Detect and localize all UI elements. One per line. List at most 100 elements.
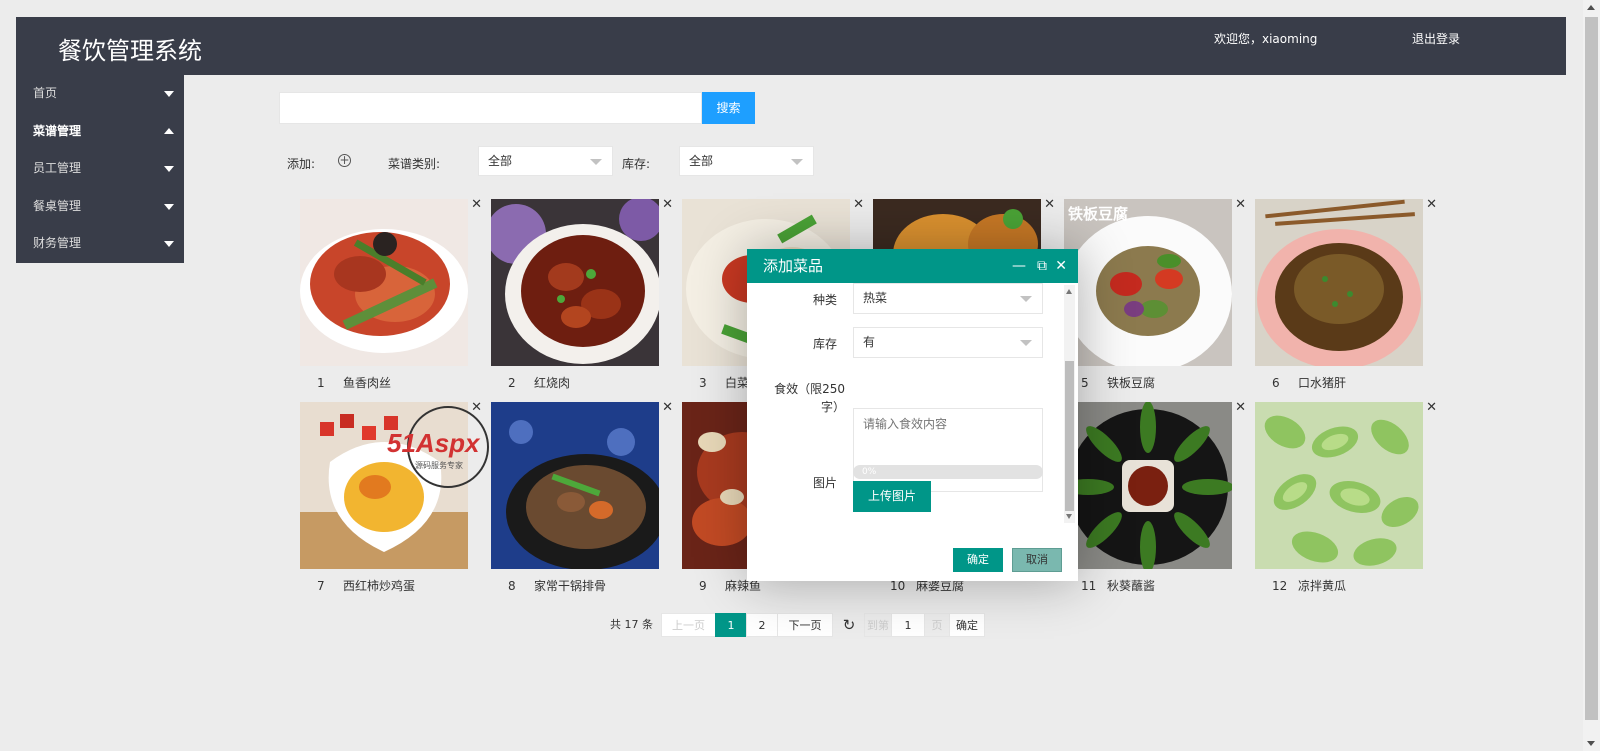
image-label: 图片 [812, 476, 837, 490]
category-select[interactable]: 全部 [478, 146, 613, 176]
dialog-cancel-button[interactable]: 取消 [1012, 548, 1062, 572]
category-select-value: 全部 [488, 154, 513, 168]
dish-name: 口水猪肝 [1298, 376, 1347, 390]
close-icon[interactable]: ✕ [853, 197, 864, 212]
dish-number: 5 [1081, 376, 1089, 390]
upload-image-button[interactable]: 上传图片 [853, 481, 931, 512]
dialog-scrollbar[interactable] [1064, 285, 1075, 523]
dish-card[interactable]: ✕ 6 口水猪肝 [1255, 197, 1437, 391]
search-button[interactable]: 搜索 [702, 92, 755, 124]
effect-label: 食效（限250字） [774, 382, 845, 414]
minimize-icon[interactable]: — [1012, 249, 1026, 283]
page-unit-label: 页 [924, 613, 950, 637]
dish-card[interactable]: ✕ 8 家常干锅排骨 [491, 400, 673, 594]
close-icon[interactable]: ✕ [662, 400, 673, 415]
sidebar-item-label: 餐桌管理 [33, 198, 82, 213]
dish-card[interactable]: ✕ 11 秋葵蘸酱 [1064, 400, 1246, 594]
dish-number: 6 [1272, 376, 1280, 390]
stock-label: 库存: [622, 157, 651, 171]
stock-label: 库存 [812, 337, 837, 351]
dish-image-sign: 铁板豆腐 [1068, 205, 1128, 223]
dish-image [1255, 199, 1423, 366]
close-icon[interactable]: ✕ [471, 400, 482, 415]
dish-name: 麻辣鱼 [725, 579, 762, 593]
close-icon[interactable]: ✕ [471, 197, 482, 212]
sidebar-item-label: 员工管理 [33, 161, 82, 175]
scroll-up-icon[interactable] [1066, 289, 1072, 294]
sidebar-item-finance-management[interactable]: 财务管理 [16, 225, 184, 263]
sidebar-item-label: 首页 [33, 86, 58, 100]
close-icon[interactable]: ✕ [662, 197, 673, 212]
prev-page-button[interactable]: 上一页 [661, 613, 716, 637]
dish-number: 1 [317, 376, 325, 390]
goto-confirm-button[interactable]: 确定 [949, 613, 985, 637]
dish-name: 鱼香肉丝 [343, 376, 392, 390]
dish-number: 7 [317, 579, 325, 593]
dialog-body: 种类 热菜 库存 有 食效（限250字） 图片 0% 上传图片 [747, 283, 1063, 523]
close-icon[interactable]: ✕ [1044, 197, 1055, 212]
sidebar-item-label: 菜谱管理 [33, 123, 82, 138]
dish-image [300, 199, 468, 366]
dish-card[interactable]: ✕ 1 鱼香肉丝 [300, 197, 482, 391]
upload-progress-text: 0% [862, 467, 877, 477]
goto-page-input[interactable]: 1 [891, 613, 925, 637]
dish-name: 凉拌黄瓜 [1298, 579, 1347, 593]
dish-name: 白菜 [725, 376, 750, 390]
scrollbar-thumb[interactable] [1585, 17, 1598, 720]
sidebar-item-label: 财务管理 [33, 236, 82, 250]
type-select[interactable]: 热菜 [853, 283, 1043, 314]
scroll-down-icon[interactable] [1587, 741, 1595, 746]
top-header: 餐饮管理系统 欢迎您，xiaoming 退出登录 [16, 17, 1566, 75]
chevron-down-icon [164, 203, 174, 210]
type-label: 种类 [812, 293, 837, 307]
dialog-confirm-button[interactable]: 确定 [953, 548, 1003, 572]
close-icon[interactable]: ✕ [1426, 400, 1437, 415]
add-dish-dialog: 添加菜品 — ⧉ ✕ 种类 热菜 库存 有 食效（限250字） 图片 0% 上传… [747, 249, 1078, 581]
close-icon[interactable]: ✕ [1235, 197, 1246, 212]
welcome-text: 欢迎您，xiaoming [1214, 32, 1318, 46]
dish-name: 铁板豆腐 [1107, 376, 1156, 390]
chevron-down-icon [1020, 340, 1032, 346]
upload-progress-bar: 0% [853, 465, 1043, 479]
search-input[interactable] [279, 92, 702, 124]
logout-link[interactable]: 退出登录 [1412, 30, 1460, 47]
dish-name: 红烧肉 [534, 376, 571, 390]
effect-textarea[interactable] [853, 408, 1043, 492]
close-icon[interactable]: ✕ [1426, 197, 1437, 212]
add-circle-icon[interactable]: + [338, 154, 351, 167]
dish-number: 12 [1272, 579, 1288, 593]
chevron-down-icon [1020, 296, 1032, 302]
dish-number: 9 [699, 579, 707, 593]
dish-number: 10 [890, 579, 906, 593]
dish-number: 11 [1081, 579, 1097, 593]
app-title: 餐饮管理系统 [58, 37, 202, 65]
dish-number: 2 [508, 376, 516, 390]
stock-select[interactable]: 全部 [679, 146, 814, 176]
sidebar-item-table-management[interactable]: 餐桌管理 [16, 188, 184, 226]
dish-card[interactable]: ✕ 7 西红柿炒鸡蛋 [300, 400, 482, 594]
sidebar-item-home[interactable]: 首页 [16, 75, 184, 113]
stock-select[interactable]: 有 [853, 327, 1043, 358]
page-scrollbar[interactable] [1583, 0, 1600, 751]
close-icon[interactable]: ✕ [1235, 400, 1246, 415]
page-2-button[interactable]: 2 [746, 613, 778, 637]
scroll-up-icon[interactable] [1587, 5, 1595, 10]
refresh-icon[interactable]: ↻ [837, 613, 861, 637]
page-1-button[interactable]: 1 [715, 613, 747, 637]
dish-image [1255, 402, 1423, 569]
dish-card[interactable]: ✕ 12 凉拌黄瓜 [1255, 400, 1437, 594]
scroll-down-icon[interactable] [1066, 514, 1072, 519]
dialog-header: 添加菜品 — ⧉ ✕ [747, 249, 1078, 283]
dish-card[interactable]: ✕ 2 红烧肉 [491, 197, 673, 391]
dialog-title: 添加菜品 [763, 257, 824, 275]
chevron-down-icon [164, 166, 174, 172]
dish-image [491, 199, 659, 366]
maximize-icon[interactable]: ⧉ [1037, 249, 1047, 283]
sidebar-item-menu-management[interactable]: 菜谱管理 [16, 113, 184, 151]
close-icon[interactable]: ✕ [1055, 249, 1067, 283]
pagination: 共 17 条 上一页 1 2 下一页 ↻ 到第 1 页 确定 [610, 613, 985, 637]
scrollbar-thumb[interactable] [1065, 361, 1074, 511]
dish-card[interactable]: 铁板豆腐 ✕ 5 铁板豆腐 [1064, 197, 1246, 391]
sidebar-item-staff-management[interactable]: 员工管理 [16, 150, 184, 188]
next-page-button[interactable]: 下一页 [777, 613, 833, 637]
